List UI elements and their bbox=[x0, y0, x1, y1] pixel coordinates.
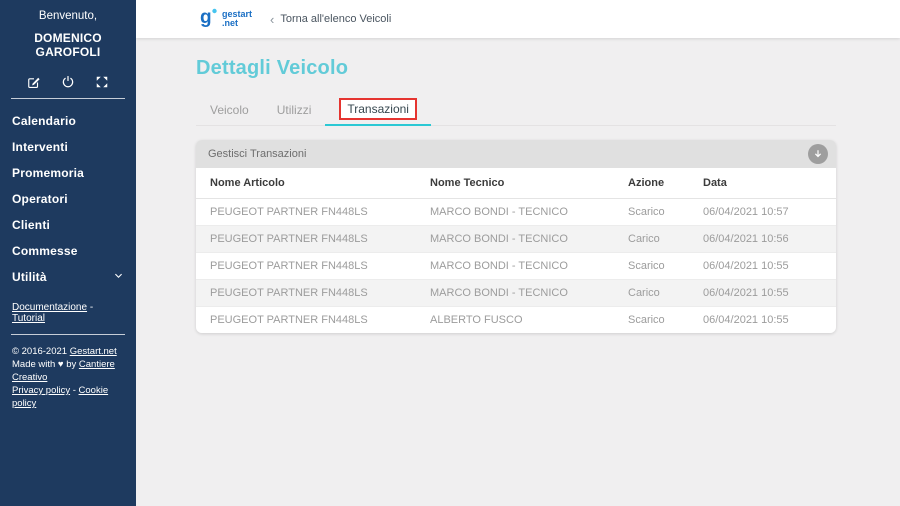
table-header-row: Nome Articolo Nome Tecnico Azione Data bbox=[196, 168, 836, 199]
main-content: Dettagli Veicolo Veicolo Utilizzi Transa… bbox=[136, 38, 900, 506]
breadcrumb-label: Torna all'elenco Veicoli bbox=[280, 13, 391, 25]
expand-icon[interactable] bbox=[95, 75, 109, 89]
tab-utilizzi[interactable]: Utilizzi bbox=[263, 95, 326, 126]
sidebar: Benvenuto, DOMENICO GAROFOLI Calendario … bbox=[0, 0, 136, 506]
back-to-vehicles-link[interactable]: ‹ Torna all'elenco Veicoli bbox=[270, 12, 391, 27]
logo-line2: .net bbox=[222, 19, 252, 28]
tab-label: Veicolo bbox=[210, 103, 249, 117]
cell-nome-articolo: PEUGEOT PARTNER FN448LS bbox=[196, 307, 416, 334]
tab-bar: Veicolo Utilizzi Transazioni bbox=[196, 95, 836, 126]
tab-veicolo[interactable]: Veicolo bbox=[196, 95, 263, 126]
made-with-line: Made with ♥ by Cantiere Creativo bbox=[12, 358, 124, 384]
page-title: Dettagli Veicolo bbox=[196, 38, 836, 80]
docs-separator: - bbox=[87, 302, 93, 313]
copyright-text: © 2016-2021 bbox=[12, 346, 70, 357]
topbar: g gestart .net ‹ Torna all'elenco Veicol… bbox=[136, 0, 900, 38]
nav-label: Commesse bbox=[12, 244, 78, 258]
column-header-azione: Azione bbox=[614, 168, 689, 199]
cell-data: 06/04/2021 10:55 bbox=[689, 253, 836, 280]
edit-icon[interactable] bbox=[27, 75, 41, 89]
username: DOMENICO GAROFOLI bbox=[0, 31, 136, 59]
panel-header: Gestisci Transazioni bbox=[196, 140, 836, 168]
sidebar-item-interventi[interactable]: Interventi bbox=[0, 134, 136, 160]
cell-nome-tecnico: MARCO BONDI - TECNICO bbox=[416, 280, 614, 307]
cell-azione: Carico bbox=[614, 280, 689, 307]
collapse-panel-button[interactable] bbox=[808, 144, 828, 164]
chevron-down-icon bbox=[113, 270, 124, 284]
cell-nome-tecnico: ALBERTO FUSCO bbox=[416, 307, 614, 334]
tab-transazioni[interactable]: Transazioni bbox=[325, 95, 431, 126]
policy-line: Privacy policy - Cookie policy bbox=[12, 384, 124, 410]
tutorial-link[interactable]: Tutorial bbox=[12, 313, 45, 324]
documentazione-link[interactable]: Documentazione bbox=[12, 302, 87, 313]
tab-label: Utilizzi bbox=[277, 103, 312, 117]
made-with-text: Made with ♥ by bbox=[12, 359, 79, 370]
cell-nome-tecnico: MARCO BONDI - TECNICO bbox=[416, 226, 614, 253]
table-row[interactable]: PEUGEOT PARTNER FN448LS MARCO BONDI - TE… bbox=[196, 280, 836, 307]
cell-nome-tecnico: MARCO BONDI - TECNICO bbox=[416, 199, 614, 226]
sidebar-item-utilita[interactable]: Utilità bbox=[0, 264, 136, 290]
copyright-line: © 2016-2021 Gestart.net bbox=[12, 345, 124, 358]
cell-nome-articolo: PEUGEOT PARTNER FN448LS bbox=[196, 226, 416, 253]
column-header-data: Data bbox=[689, 168, 836, 199]
cell-data: 06/04/2021 10:55 bbox=[689, 280, 836, 307]
nav-label: Clienti bbox=[12, 218, 50, 232]
gestart-link[interactable]: Gestart.net bbox=[70, 346, 117, 357]
cell-data: 06/04/2021 10:57 bbox=[689, 199, 836, 226]
column-header-nome-articolo: Nome Articolo bbox=[196, 168, 416, 199]
nav-label: Operatori bbox=[12, 192, 68, 206]
cell-azione: Scarico bbox=[614, 253, 689, 280]
cell-azione: Scarico bbox=[614, 307, 689, 334]
sidebar-item-clienti[interactable]: Clienti bbox=[0, 212, 136, 238]
gestart-logo-text: gestart .net bbox=[222, 10, 252, 28]
gestart-logo[interactable]: g gestart .net bbox=[198, 6, 252, 33]
sidebar-divider bbox=[11, 98, 125, 99]
table-row[interactable]: PEUGEOT PARTNER FN448LS MARCO BONDI - TE… bbox=[196, 226, 836, 253]
cell-azione: Scarico bbox=[614, 199, 689, 226]
cell-nome-articolo: PEUGEOT PARTNER FN448LS bbox=[196, 253, 416, 280]
privacy-policy-link[interactable]: Privacy policy bbox=[12, 385, 70, 396]
cell-data: 06/04/2021 10:55 bbox=[689, 307, 836, 334]
welcome-text: Benvenuto, bbox=[0, 0, 136, 22]
column-header-nome-tecnico: Nome Tecnico bbox=[416, 168, 614, 199]
chevron-left-icon: ‹ bbox=[270, 12, 274, 27]
nav-label: Interventi bbox=[12, 140, 68, 154]
sidebar-item-operatori[interactable]: Operatori bbox=[0, 186, 136, 212]
transactions-panel: Gestisci Transazioni Nome Articolo Nome … bbox=[196, 140, 836, 333]
table-row[interactable]: PEUGEOT PARTNER FN448LS MARCO BONDI - TE… bbox=[196, 253, 836, 280]
tab-label: Transazioni bbox=[347, 102, 409, 116]
annotation-highlight-box: Transazioni bbox=[339, 98, 417, 120]
svg-text:g: g bbox=[200, 7, 212, 28]
table-row[interactable]: PEUGEOT PARTNER FN448LS ALBERTO FUSCO Sc… bbox=[196, 307, 836, 334]
sidebar-item-calendario[interactable]: Calendario bbox=[0, 108, 136, 134]
cell-data: 06/04/2021 10:56 bbox=[689, 226, 836, 253]
nav-label: Calendario bbox=[12, 114, 76, 128]
power-icon[interactable] bbox=[61, 75, 75, 89]
cell-nome-tecnico: MARCO BONDI - TECNICO bbox=[416, 253, 614, 280]
sidebar-footer: © 2016-2021 Gestart.net Made with ♥ by C… bbox=[0, 335, 136, 410]
table-row[interactable]: PEUGEOT PARTNER FN448LS MARCO BONDI - TE… bbox=[196, 199, 836, 226]
panel-title: Gestisci Transazioni bbox=[208, 148, 306, 160]
sidebar-actions bbox=[0, 75, 136, 89]
cell-nome-articolo: PEUGEOT PARTNER FN448LS bbox=[196, 280, 416, 307]
cell-azione: Carico bbox=[614, 226, 689, 253]
sidebar-nav: Calendario Interventi Promemoria Operato… bbox=[0, 108, 136, 290]
policy-separator: - bbox=[70, 385, 78, 396]
sidebar-item-commesse[interactable]: Commesse bbox=[0, 238, 136, 264]
docs-links: Documentazione - Tutorial bbox=[0, 290, 136, 324]
sidebar-item-promemoria[interactable]: Promemoria bbox=[0, 160, 136, 186]
transactions-table: Nome Articolo Nome Tecnico Azione Data P… bbox=[196, 168, 836, 333]
nav-label: Promemoria bbox=[12, 166, 84, 180]
cell-nome-articolo: PEUGEOT PARTNER FN448LS bbox=[196, 199, 416, 226]
nav-label: Utilità bbox=[12, 270, 47, 284]
gestart-logo-icon: g bbox=[198, 6, 220, 33]
